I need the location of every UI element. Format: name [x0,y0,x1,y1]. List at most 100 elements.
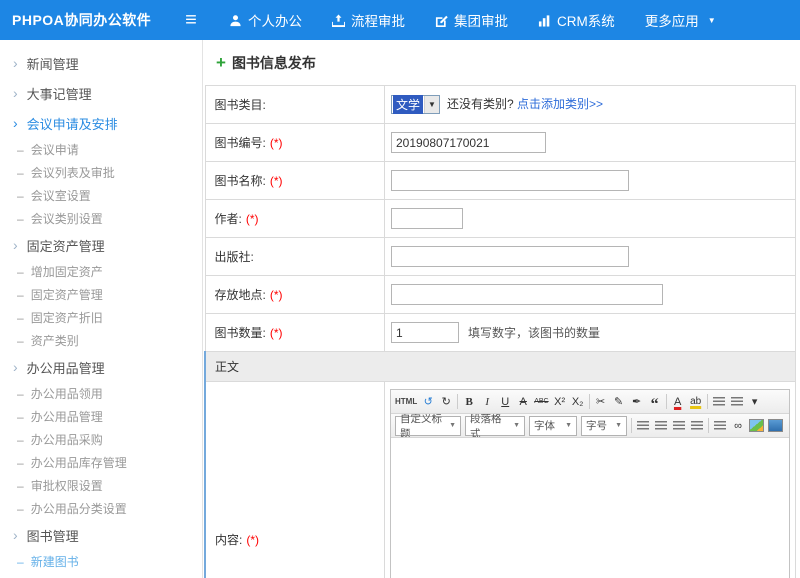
sidebar-item-label: 会议列表及审批 [31,164,115,181]
sidebar-group-label: 固定资产管理 [27,236,105,255]
unordered-list-button[interactable] [728,392,746,412]
sidebar-item[interactable]: –图书管理 [0,573,202,578]
format-painter-button[interactable]: ✎ [610,392,628,412]
field-value-cell [385,124,796,162]
sidebar-item[interactable]: –增加固定资产 [0,260,202,283]
dash-icon: – [17,479,24,493]
publisher-input[interactable] [391,246,629,267]
sidebar-item[interactable]: –固定资产管理 [0,283,202,306]
undo-button[interactable]: ↺ [419,392,437,412]
field-hint: 填写数字，该图书的数量 [468,326,600,340]
add-icon: + [216,56,226,70]
insert-media-button[interactable] [766,416,785,436]
sidebar-group-1[interactable]: ›大事记管理 [0,78,202,108]
book-number-input[interactable] [391,132,546,153]
nav-group-approval[interactable]: 集团审批 [420,0,523,40]
book-name-input[interactable] [391,170,629,191]
sidebar-item[interactable]: –会议申请 [0,138,202,161]
superscript-button[interactable]: X² [551,392,569,412]
required-mark: (*) [270,136,283,150]
more-tools-button[interactable]: ▾ [746,392,764,412]
field-label-cell: 出版社: [205,238,385,276]
editor-content-area[interactable] [391,438,789,578]
chevron-right-icon: › [13,55,18,71]
sidebar-item[interactable]: –资产类别 [0,329,202,352]
custom-title-select[interactable]: 自定义标题▼ [395,416,461,436]
menu-toggle-icon[interactable]: ≡ [168,0,214,40]
sidebar-item[interactable]: –审批权限设置 [0,474,202,497]
bold-button[interactable]: B [460,392,478,412]
spellcheck-button[interactable]: ABC [532,392,550,412]
edit-icon [435,14,448,27]
sidebar-item[interactable]: –办公用品管理 [0,405,202,428]
sidebar-item[interactable]: –办公用品采购 [0,428,202,451]
sidebar-item-label: 会议室设置 [31,187,91,204]
author-input[interactable] [391,208,463,229]
dash-icon: – [17,456,24,470]
book-category-select[interactable]: 文学▼ [391,95,440,114]
underline-button[interactable]: U [496,392,514,412]
book-form: 图书类目:文学▼还没有类别? 点击添加类别>>图书编号:(*)图书名称:(*)作… [204,85,796,578]
sidebar-item[interactable]: –新建图书 [0,550,202,573]
strikethrough-button[interactable]: A [514,392,532,412]
caret-down-icon: ▼ [449,422,456,429]
redo-button[interactable]: ↻ [437,392,455,412]
sidebar-group-3[interactable]: ›固定资产管理 [0,230,202,260]
html-source-button[interactable]: HTML [393,392,419,412]
dash-icon: – [17,387,24,401]
sidebar-item[interactable]: –会议列表及审批 [0,161,202,184]
nav-workflow-approval[interactable]: 流程审批 [317,0,420,40]
sidebar-item-label: 办公用品领用 [31,385,103,402]
sidebar-group-2[interactable]: ›会议申请及安排 [0,108,202,138]
no-category-text: 还没有类别? [447,97,517,111]
eraser-button[interactable]: ✂ [592,392,610,412]
form-row-author: 作者:(*) [205,200,796,238]
select-label: 段落格式 [470,414,510,438]
nav-personal-office[interactable]: 个人办公 [214,0,317,40]
sidebar-item[interactable]: –会议类别设置 [0,207,202,230]
ordered-list-button[interactable] [710,392,728,412]
storage-location-input[interactable] [391,284,663,305]
highlight-color-button[interactable]: ab [687,392,705,412]
sidebar-item[interactable]: –办公用品领用 [0,382,202,405]
link-button[interactable]: ∞ [729,416,747,436]
book-quantity-input[interactable] [391,322,459,343]
sidebar-item-label: 办公用品管理 [31,408,103,425]
indent-button[interactable] [711,416,729,436]
field-label: 出版社: [215,250,254,264]
nav-more-apps[interactable]: 更多应用▼ [630,0,731,40]
align-left-button[interactable] [634,416,652,436]
chevron-right-icon: › [13,115,18,131]
font-color-button[interactable]: A [669,392,687,412]
align-justify-button[interactable] [688,416,706,436]
italic-button[interactable]: I [478,392,496,412]
sidebar-item[interactable]: –会议室设置 [0,184,202,207]
nav-crm-system[interactable]: CRM系统 [523,0,630,40]
subscript-button[interactable]: X₂ [569,392,587,412]
align-right-button[interactable] [670,416,688,436]
nav-label: 个人办公 [248,10,302,30]
sidebar-item[interactable]: –办公用品库存管理 [0,451,202,474]
align-center-button[interactable] [652,416,670,436]
blockquote-button[interactable]: “ [646,392,664,412]
paragraph-format-select[interactable]: 段落格式▼ [465,416,525,436]
sidebar-group-5[interactable]: ›图书管理 [0,520,202,550]
nav-label: 流程审批 [351,10,405,30]
app-logo: PHPOA协同办公软件 [0,10,168,30]
sidebar-group-4[interactable]: ›办公用品管理 [0,352,202,382]
field-label: 图书类目: [215,98,266,112]
insert-image-button[interactable] [747,416,766,436]
clear-format-button[interactable]: ✒ [628,392,646,412]
content-editor-cell: HTML↺↻BIUAABCX²X₂✂✎✒“Aab▾ 自定义标题▼段落格式▼字体▼… [385,382,796,578]
add-category-link[interactable]: 点击添加类别>> [517,97,603,111]
sidebar-group-0[interactable]: ›新闻管理 [0,48,202,78]
sidebar: ›新闻管理›大事记管理›会议申请及安排–会议申请–会议列表及审批–会议室设置–会… [0,40,203,578]
sidebar-item-label: 会议申请 [31,141,79,158]
form-rows-body: 图书类目:文学▼还没有类别? 点击添加类别>>图书编号:(*)图书名称:(*)作… [205,86,796,352]
sidebar-item[interactable]: –办公用品分类设置 [0,497,202,520]
sidebar-item-label: 会议类别设置 [31,210,103,227]
font-family-select[interactable]: 字体▼ [529,416,577,436]
font-size-select[interactable]: 字号▼ [581,416,627,436]
sidebar-item[interactable]: –固定资产折旧 [0,306,202,329]
field-value-cell [385,200,796,238]
